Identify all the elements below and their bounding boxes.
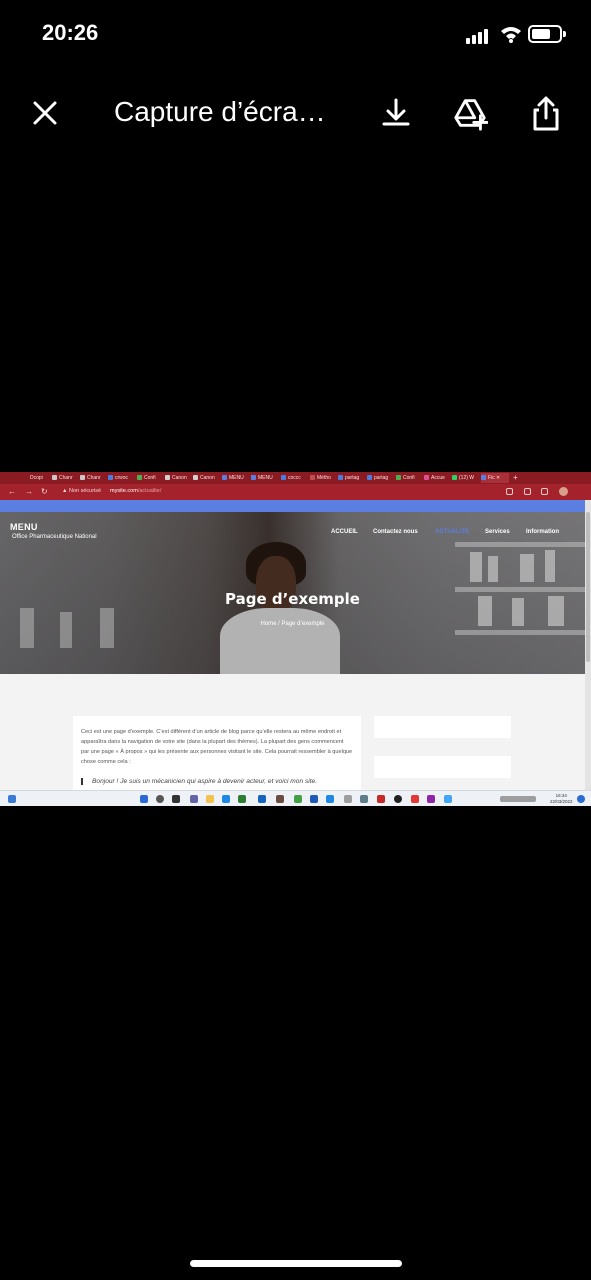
share-button[interactable] (528, 94, 564, 132)
browser-tab: Accue (424, 473, 448, 483)
browser-tab: (12) W (452, 473, 478, 483)
browser-tab: Chanr (80, 473, 102, 483)
nav-contactez-nous: Contactez nous (373, 529, 418, 535)
app-icon (276, 795, 284, 803)
breadcrumb: Home / Page d’exemple (260, 621, 325, 627)
home-indicator[interactable] (190, 1260, 402, 1267)
reload-icon: ↻ (41, 487, 48, 496)
download-button[interactable] (378, 94, 414, 132)
sidebar-widget (374, 716, 511, 738)
site-brand: MENU (10, 522, 38, 532)
widgets-icon (8, 795, 16, 803)
forward-icon: → (25, 487, 33, 496)
edge-icon (222, 795, 230, 803)
url-text: mysite.com/actualite/ (110, 488, 162, 494)
sidebar-widget (374, 756, 511, 778)
app-icon (444, 795, 452, 803)
windows-taskbar: 16:34 22/03/2022 (0, 790, 591, 806)
status-time: 20:26 (42, 20, 99, 45)
security-indicator: ▲ Non sécurisé (62, 488, 102, 494)
new-tab-icon: + (513, 473, 518, 482)
browser-tab: Canon (193, 473, 217, 483)
start-icon (140, 795, 148, 803)
page-quote: Bonjour ! Je suis un mécanicien qui aspi… (81, 778, 317, 785)
viewer-title: Capture d’écra… (114, 96, 326, 127)
browser-tab: MENU (251, 473, 275, 483)
file-explorer-icon (206, 795, 214, 803)
browser-tab: Confi (396, 473, 420, 483)
browser-tab: coccc (281, 473, 305, 483)
add-to-drive-button[interactable] (452, 94, 488, 132)
cellular-signal-icon (466, 28, 492, 44)
taskbar-clock: 16:34 22/03/2022 (550, 793, 573, 804)
nav-accueil: ACCUEIL (331, 529, 358, 535)
close-button[interactable] (28, 96, 62, 130)
app-icon (427, 795, 435, 803)
browser-tab: partag (367, 473, 391, 483)
app-icon (394, 795, 402, 803)
browser-tab: Dcopi (30, 475, 43, 481)
notification-icon (577, 795, 585, 803)
browser-tab: Métho (310, 473, 334, 483)
app-icon (294, 795, 302, 803)
browser-tab-active: Fic ✕ (481, 473, 509, 483)
app-icon (377, 795, 385, 803)
browser-address-bar: ← → ↻ ▲ Non sécurisé mysite.com/actualit… (0, 484, 591, 500)
extension-icon (541, 488, 548, 495)
app-icon (344, 795, 352, 803)
search-icon (156, 795, 164, 803)
app-icon (411, 795, 419, 803)
wifi-icon (501, 27, 521, 43)
page-title: Page d’exemple (225, 590, 360, 608)
app-icon (360, 795, 368, 803)
nav-actualite: ACTUALITE (435, 529, 469, 535)
page-scrollbar (585, 500, 591, 790)
nav-services: Services (485, 529, 510, 535)
nav-information: Information (526, 529, 559, 535)
browser-tab: partag (338, 473, 362, 483)
browser-tab: MENU (222, 473, 246, 483)
screenshot-image[interactable]: Dcopi Chanr Chanr crwoc Confi Canon Cano… (0, 472, 591, 806)
browser-tab: Chanr (52, 473, 74, 483)
site-top-strip (0, 500, 585, 512)
chat-icon (190, 795, 198, 803)
app-icon (258, 795, 266, 803)
bookmark-icon (524, 488, 531, 495)
battery-icon (528, 25, 566, 43)
profile-avatar (559, 487, 568, 496)
browser-tab: crwoc (108, 473, 132, 483)
site-subtitle: Office Pharmaceutique National (12, 534, 97, 540)
app-icon (238, 795, 246, 803)
browser-tab-bar: Dcopi Chanr Chanr crwoc Confi Canon Cano… (0, 472, 591, 484)
browser-tab: Confi (137, 473, 161, 483)
system-tray-icons (500, 796, 536, 802)
task-view-icon (172, 795, 180, 803)
back-icon: ← (8, 487, 16, 496)
browser-tab: Canon (165, 473, 189, 483)
page-body-text: Ceci est une page d’exemple. C’est diffé… (81, 729, 353, 765)
word-icon (310, 795, 318, 803)
app-icon (326, 795, 334, 803)
extension-icon (506, 488, 513, 495)
